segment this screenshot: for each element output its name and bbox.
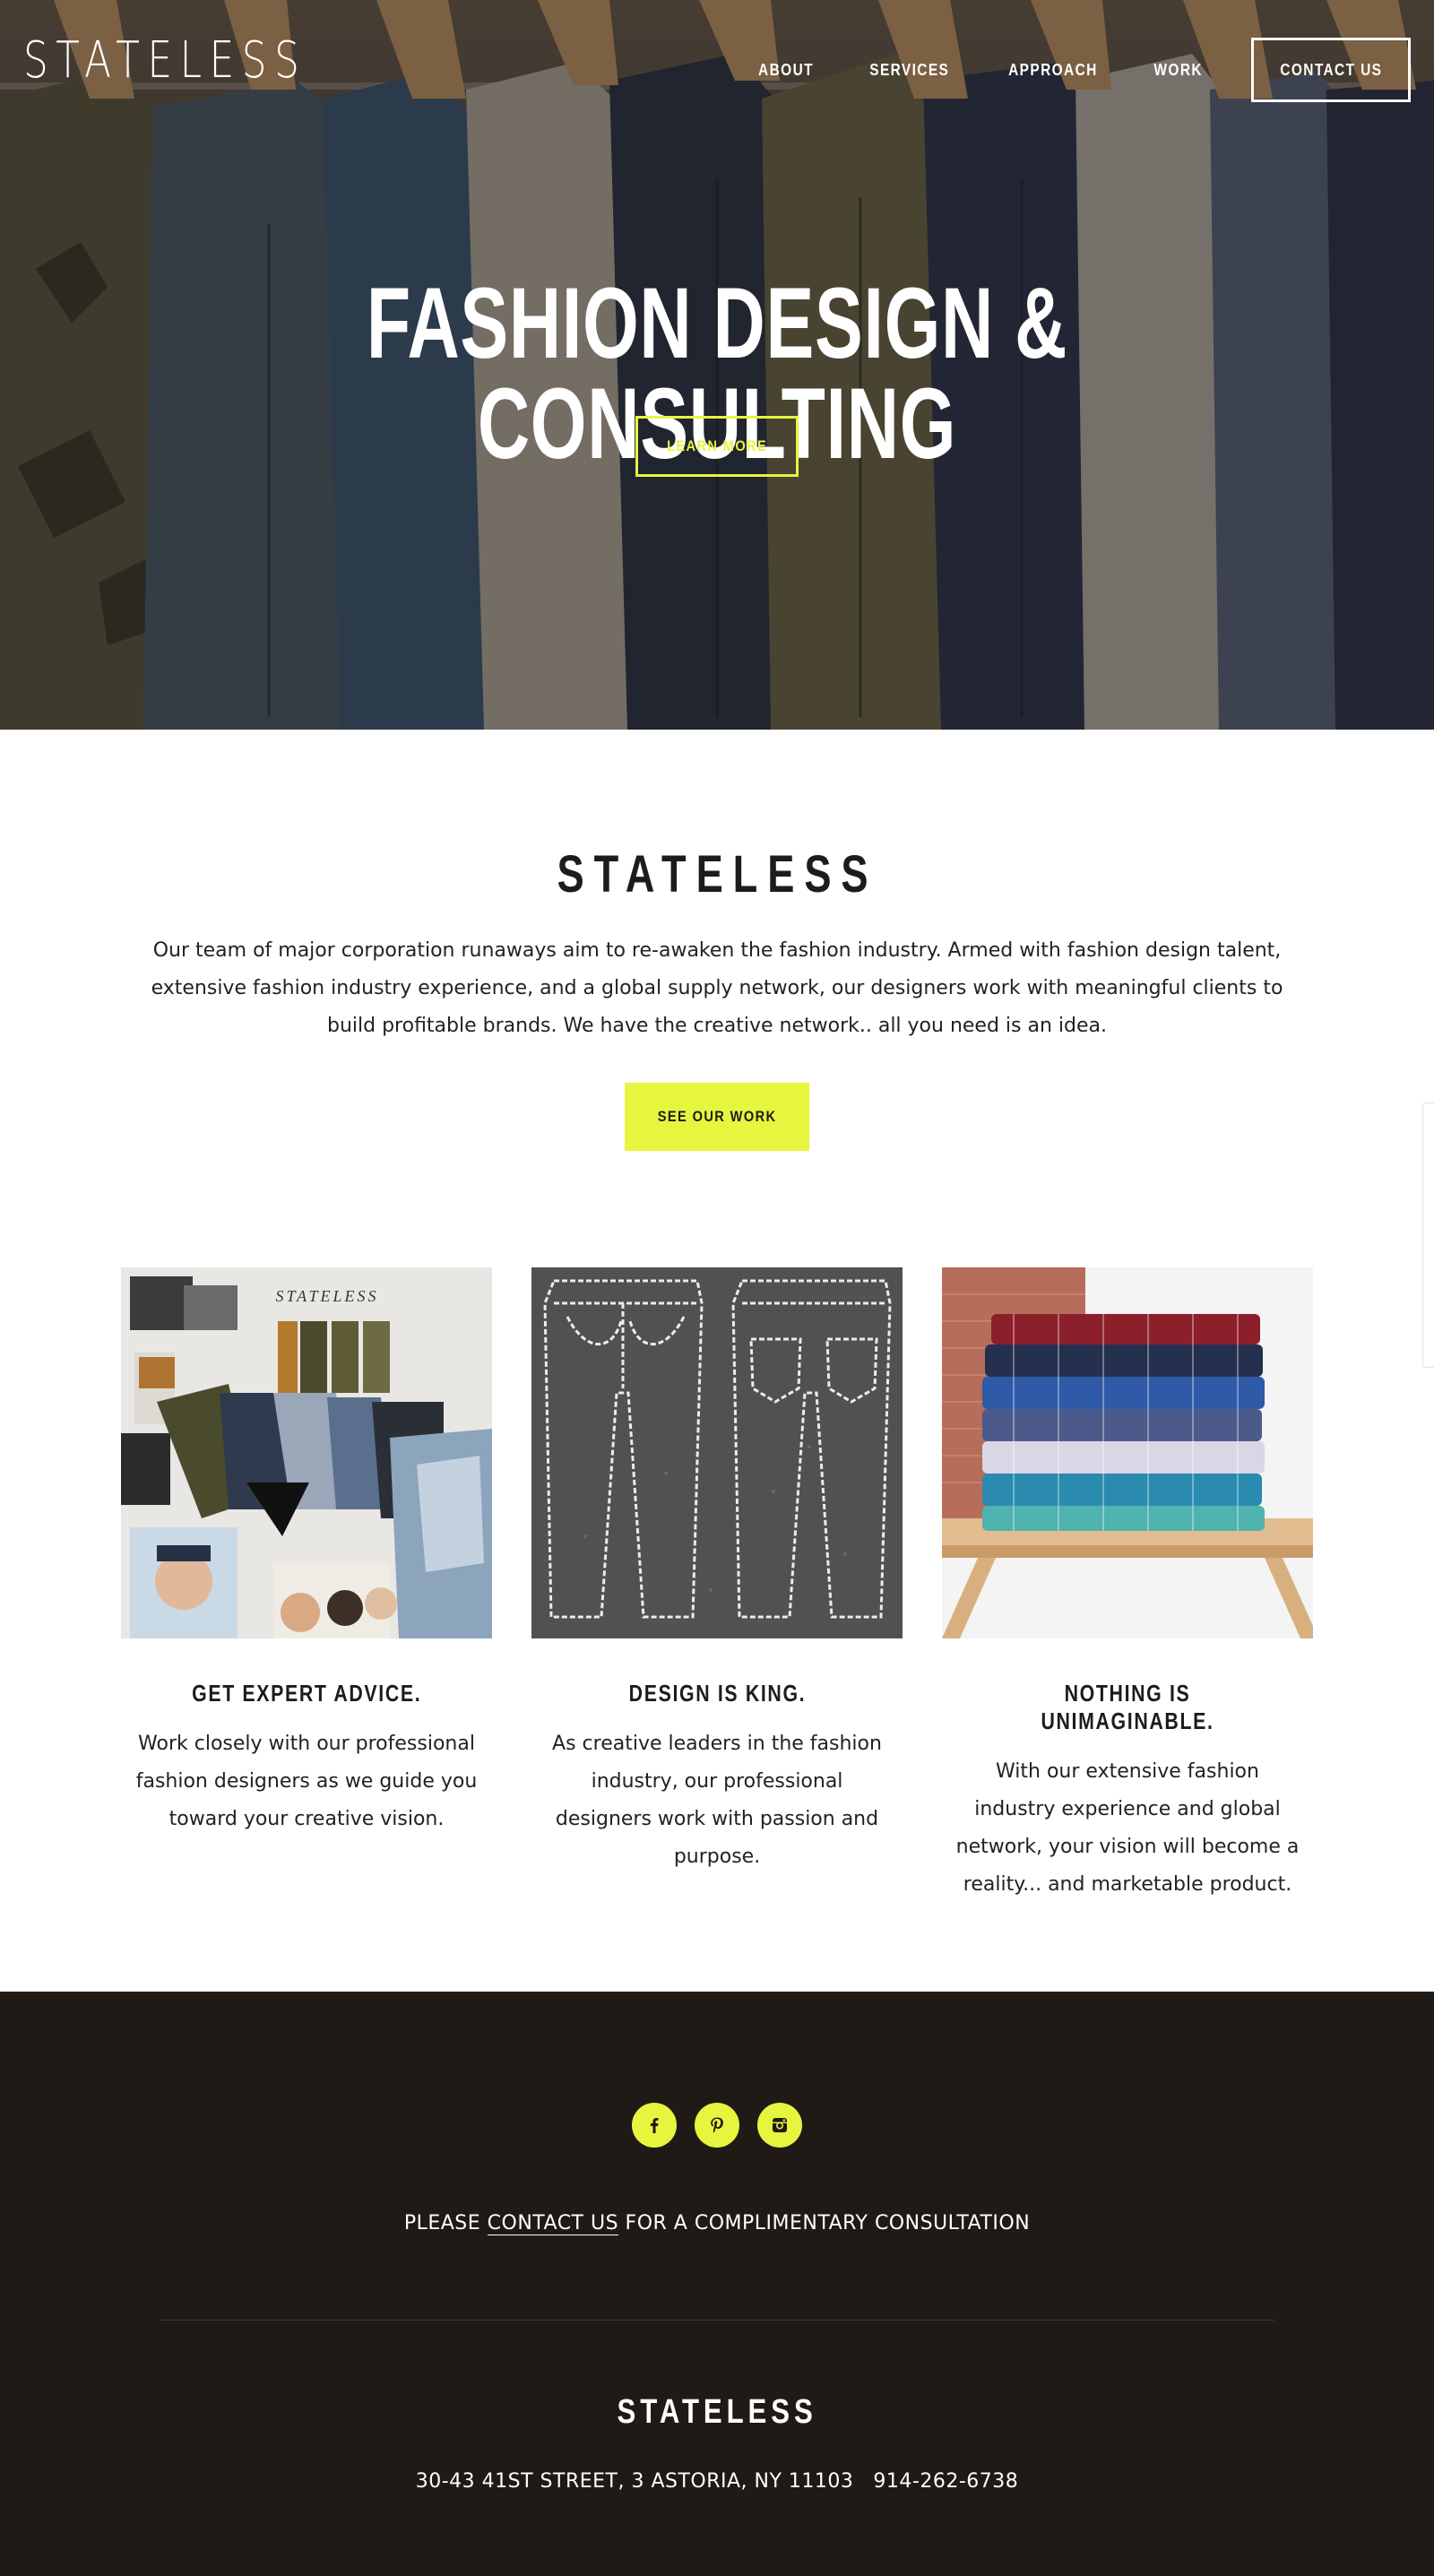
- feature-title-text: DESIGN IS KING.: [628, 1680, 806, 1707]
- feature-title: NOTHING IS UNIMAGINABLE.: [942, 1680, 1313, 1735]
- feature-text: Work closely with our professional fashi…: [135, 1733, 478, 1830]
- main-nav: ABOUT SERVICES APPROACH WORK CONTACT US: [754, 38, 1411, 102]
- footer-contact-link[interactable]: CONTACT US: [487, 2212, 619, 2235]
- cta-text-after: FOR A COMPLIMENTARY CONSULTATION: [618, 2212, 1031, 2235]
- feature-title: GET EXPERT ADVICE.: [121, 1680, 492, 1707]
- pinterest-icon[interactable]: [695, 2103, 739, 2148]
- contact-us-label: CONTACT US: [1279, 60, 1383, 79]
- footer-address: 30-43 41ST STREET, 3 ASTORIA, NY 11103 91…: [0, 2470, 1434, 2493]
- nav-approach[interactable]: APPROACH: [1008, 61, 1098, 80]
- brand-logo[interactable]: STATELESS: [23, 36, 307, 86]
- intro-heading-text: STATELESS: [556, 845, 878, 903]
- social-links: [0, 2103, 1434, 2148]
- contact-us-button[interactable]: CONTACT US: [1251, 38, 1411, 102]
- nav-services[interactable]: SERVICES: [870, 61, 950, 80]
- feature-title-text: NOTHING IS UNIMAGINABLE.: [1041, 1680, 1214, 1734]
- footer: PLEASE CONTACT US FOR A COMPLIMENTARY CO…: [0, 1992, 1434, 2576]
- feature-text: With our extensive fashion industry expe…: [955, 1760, 1300, 1896]
- side-scroll-tab[interactable]: [1422, 1102, 1434, 1368]
- footer-brand-text: STATELESS: [617, 2393, 817, 2431]
- learn-more-label: LEARN MORE: [666, 437, 768, 454]
- footer-divider: [160, 2320, 1274, 2321]
- address-text: 30-43 41ST STREET, 3 ASTORIA, NY 11103: [415, 2470, 854, 2493]
- footer-brand: STATELESS: [0, 2393, 1434, 2432]
- feature-card: STATELESS GET EXPERT ADVICE. Work closel…: [121, 1267, 492, 1838]
- nav-about[interactable]: ABOUT: [758, 61, 814, 80]
- learn-more-button[interactable]: LEARN MORE: [635, 416, 799, 477]
- facebook-icon[interactable]: [632, 2103, 677, 2148]
- feature-title: DESIGN IS KING.: [531, 1680, 903, 1707]
- jeans-sketch-photo: [531, 1267, 903, 1638]
- instagram-icon[interactable]: [757, 2103, 802, 2148]
- intro-paragraph: Our team of major corporation runaways a…: [151, 939, 1283, 1037]
- cta-text-before: PLEASE: [403, 2212, 488, 2235]
- consultation-cta: PLEASE CONTACT US FOR A COMPLIMENTARY CO…: [0, 2212, 1434, 2235]
- hero-section: STATELESS ABOUT SERVICES APPROACH WORK C…: [0, 0, 1434, 730]
- mood-board-photo: STATELESS: [121, 1267, 492, 1638]
- nav-work[interactable]: WORK: [1153, 61, 1203, 80]
- feature-title-text: GET EXPERT ADVICE.: [191, 1680, 422, 1707]
- feature-text: As creative leaders in the fashion indus…: [552, 1733, 882, 1868]
- mood-board-logo-text: STATELESS: [275, 1287, 378, 1305]
- feature-card: NOTHING IS UNIMAGINABLE. With our extens…: [942, 1267, 1313, 1904]
- phone-number[interactable]: 914-262-6738: [873, 2470, 1018, 2493]
- folded-shirts-photo: [942, 1267, 1313, 1638]
- feature-card: DESIGN IS KING. As creative leaders in t…: [531, 1267, 903, 1876]
- see-our-work-button[interactable]: SEE OUR WORK: [625, 1083, 809, 1151]
- see-our-work-label: SEE OUR WORK: [657, 1108, 777, 1125]
- intro-heading: STATELESS: [0, 844, 1434, 904]
